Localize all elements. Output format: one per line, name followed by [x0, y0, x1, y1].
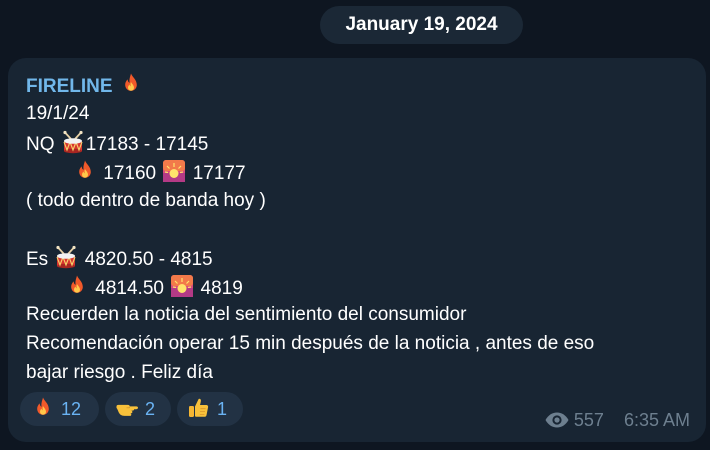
message-date: 19/1/24 — [26, 103, 90, 124]
message-text-b: Recomendación operar 15 min después de l… — [26, 333, 595, 354]
es-sunrise-value: 4819 — [200, 278, 243, 299]
chat-view: January 19, 2024 FIRELINE 19/1/24 NQ 171… — [0, 0, 710, 450]
drum-icon — [61, 130, 85, 154]
reaction-pointing-hand[interactable]: 2 — [105, 392, 171, 426]
nq-sunrise-value: 17177 — [192, 163, 246, 184]
message-note: ( todo dentro de banda hoy ) — [26, 190, 266, 211]
es-label: Es — [26, 249, 49, 270]
message-line-es-range: Es 4820.50 - 4815 — [26, 245, 213, 273]
nq-fire-value: 17160 — [103, 163, 157, 184]
reaction-fire[interactable]: 12 — [20, 392, 99, 426]
es-fire-value: 4814.50 — [95, 278, 164, 299]
reaction-count: 2 — [145, 399, 156, 419]
message-bubble[interactable]: FIRELINE 19/1/24 NQ 17183 - 17145 17160 … — [8, 58, 706, 442]
message-time: 6:35 AM — [623, 410, 690, 430]
fire-icon — [119, 72, 143, 96]
reaction-count: 12 — [61, 399, 82, 419]
message-meta: 557 6:35 AM — [544, 408, 690, 432]
date-header: January 19, 2024 — [320, 6, 523, 44]
nq-range: 17183 - 17145 — [85, 134, 209, 155]
fire-icon — [73, 159, 97, 183]
pointing-hand-icon — [115, 396, 139, 420]
message-line-a: Recuerden la noticia del sentimiento del… — [26, 302, 466, 328]
fire-icon — [31, 396, 55, 420]
message-text-a: Recuerden la noticia del sentimiento del… — [26, 304, 467, 325]
sunrise-icon — [162, 159, 186, 183]
view-count: 557 — [573, 410, 604, 430]
thumbs-up-icon — [187, 396, 211, 420]
message-text-c: bajar riesgo . Feliz día — [26, 362, 213, 383]
author-line: FIRELINE — [26, 72, 144, 100]
author-name[interactable]: FIRELINE — [26, 76, 113, 97]
message-line-note: ( todo dentro de banda hoy ) — [26, 188, 266, 214]
message-line-b: Recomendación operar 15 min después de l… — [26, 331, 594, 357]
drum-icon — [54, 245, 78, 269]
eye-icon — [545, 412, 569, 428]
fire-icon — [65, 274, 89, 298]
es-range: 4820.50 - 4815 — [84, 249, 213, 270]
reaction-count: 1 — [217, 399, 228, 419]
message-line-c: bajar riesgo . Feliz día — [26, 360, 213, 386]
nq-label: NQ — [26, 134, 55, 155]
message-line-nq-range: NQ 17183 - 17145 — [26, 130, 208, 158]
reaction-thumbs-up[interactable]: 1 — [177, 392, 243, 426]
sunrise-icon — [170, 274, 194, 298]
message-line-nq-levels: 17160 17177 — [72, 159, 246, 187]
message-line-date: 19/1/24 — [26, 101, 89, 127]
message-line-es-levels: 4814.50 4819 — [64, 274, 243, 302]
